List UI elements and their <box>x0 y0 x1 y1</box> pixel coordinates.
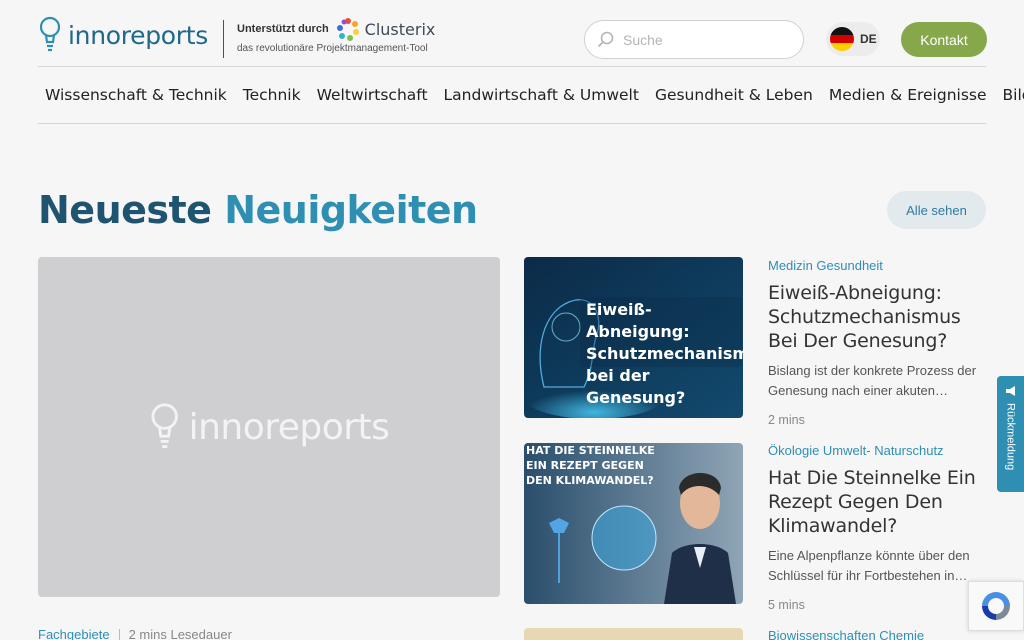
article-thumbnail[interactable]: HAT DIE STEINNELKE EIN REZEPT GEGEN DEN … <box>524 443 743 604</box>
contact-button[interactable]: Kontakt <box>901 22 987 57</box>
article-title[interactable]: Hat Die Steinnelke Ein Rezept Gegen Den … <box>768 466 984 538</box>
sponsor-brand: Clusterix <box>364 19 436 39</box>
see-all-button[interactable]: Alle sehen <box>887 191 986 229</box>
language-code: DE <box>860 32 877 46</box>
article-category[interactable]: Medizin Gesundheit <box>768 258 984 273</box>
header-divider <box>223 20 224 58</box>
logo-text: innoreports <box>68 20 209 50</box>
nav-item-medien-ereignisse[interactable]: Medien & Ereignisse <box>829 86 987 104</box>
lightbulb-icon <box>151 403 178 449</box>
article-read-time: 2 mins <box>768 413 805 427</box>
featured-category[interactable]: Fachgebiete <box>38 627 110 640</box>
article-title[interactable]: Eiweiß-Abneigung: Schutzmechanismus Bei … <box>768 281 984 353</box>
recaptcha-icon <box>982 592 1010 620</box>
thumbnail-caption: HAT DIE STEINNELKE EIN REZEPT GEGEN DEN … <box>526 444 655 487</box>
feedback-tab[interactable]: Rückmeldung <box>997 376 1024 492</box>
thumbnail-caption: Eiweiß-Abneigung: Schutzmechanismus bei … <box>586 300 743 407</box>
nav-item-wissenschaft-technik[interactable]: Wissenschaft & Technik <box>45 86 227 104</box>
featured-meta: Fachgebiete 2 mins Lesedauer <box>38 627 232 640</box>
article-category[interactable]: Ökologie Umwelt- Naturschutz <box>768 443 984 458</box>
clusterix-logo-icon <box>336 18 359 41</box>
meta-divider <box>118 628 120 640</box>
article-excerpt: Bislang ist der konkrete Prozess der Gen… <box>768 363 977 398</box>
nav-item-technik[interactable]: Technik <box>243 86 301 104</box>
nav-item-landwirtschaft-umwelt[interactable]: Landwirtschaft & Umwelt <box>444 86 639 104</box>
recaptcha-badge[interactable] <box>968 581 1024 631</box>
german-flag-icon <box>830 27 854 51</box>
nav-item-weltwirtschaft[interactable]: Weltwirtschaft <box>317 86 428 104</box>
site-header: innoreports Unterstützt durch Clusterix … <box>38 0 987 67</box>
article-card: Medizin Gesundheit Eiweiß-Abneigung: Sch… <box>768 258 984 427</box>
article-card: Ökologie Umwelt- Naturschutz Hat Die Ste… <box>768 443 984 612</box>
article-read-time: 5 mins <box>768 598 805 612</box>
language-switcher[interactable]: DE <box>826 22 880 56</box>
search-input[interactable] <box>623 31 783 48</box>
sponsor-tagline: das revolutionäre Projektmanagement-Tool <box>237 43 428 54</box>
article-category[interactable]: Biowissenschaften Chemie <box>768 628 984 640</box>
placeholder-logo-text: innoreports <box>188 406 390 448</box>
sponsor-block[interactable]: Unterstützt durch Clusterix das revoluti… <box>237 16 435 54</box>
section-title-part1: Neueste <box>38 188 212 232</box>
article-card: Biowissenschaften Chemie <box>768 628 984 640</box>
article-thumbnail[interactable] <box>524 628 743 640</box>
main-nav: Wissenschaft & Technik Technik Weltwirts… <box>38 67 1024 124</box>
article-thumbnail[interactable]: Eiweiß-Abneigung: Schutzmechanismus bei … <box>524 257 743 418</box>
search-icon <box>597 31 614 47</box>
lightbulb-icon <box>39 16 61 52</box>
megaphone-icon <box>1005 386 1015 396</box>
featured-read-time: 2 mins Lesedauer <box>128 627 232 640</box>
article-excerpt: Eine Alpenpflanze könnte über den Schlüs… <box>768 548 970 583</box>
nav-item-gesundheit-leben[interactable]: Gesundheit & Leben <box>655 86 813 104</box>
site-logo[interactable]: innoreports <box>38 16 208 54</box>
feedback-label: Rückmeldung <box>1004 403 1017 471</box>
section-title: Neueste Neuigkeiten <box>38 188 478 232</box>
featured-article-image[interactable]: innoreports <box>38 257 500 597</box>
sponsor-label: Unterstützt durch <box>237 23 329 35</box>
nav-item-bildung[interactable]: Bildung <box>1003 86 1024 104</box>
search-box[interactable] <box>584 20 804 59</box>
section-title-part2: Neuigkeiten <box>224 188 478 232</box>
placeholder-logo: innoreports <box>149 402 390 452</box>
